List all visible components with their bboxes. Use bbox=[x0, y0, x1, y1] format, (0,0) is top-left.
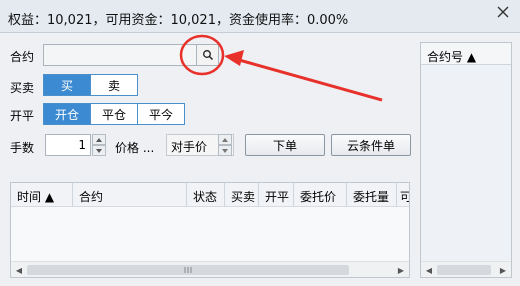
qty-up-button[interactable] bbox=[92, 134, 106, 145]
contract-list-scroll-thumb[interactable] bbox=[437, 265, 491, 275]
buysell-label: 买卖 bbox=[10, 81, 35, 95]
sell-button[interactable]: 卖 bbox=[90, 74, 138, 96]
cloud-conditional-order-button[interactable]: 云条件单 bbox=[331, 134, 411, 156]
chevron-up-icon bbox=[96, 137, 102, 142]
price-down-button[interactable] bbox=[218, 145, 232, 156]
orders-scroll-thumb[interactable] bbox=[27, 265, 349, 275]
chevron-up-icon bbox=[222, 137, 228, 142]
open-position-button[interactable]: 开仓 bbox=[43, 103, 91, 125]
col-order-price[interactable]: 委托价 bbox=[294, 183, 347, 207]
scroll-left-icon[interactable]: ◀ bbox=[422, 263, 436, 277]
col-buysell[interactable]: 买卖 bbox=[225, 183, 259, 207]
openclose-label: 开平 bbox=[10, 109, 35, 123]
title-bar: 权益：10,021，可用资金：10,021，资金使用率：0.00% bbox=[0, 0, 520, 32]
scroll-right-icon[interactable]: ▶ bbox=[496, 263, 510, 277]
price-up-button[interactable] bbox=[218, 134, 232, 145]
col-contract[interactable]: 合约 bbox=[73, 183, 187, 207]
col-more[interactable]: 可 bbox=[397, 183, 409, 207]
search-icon bbox=[202, 50, 213, 61]
close-icon[interactable] bbox=[496, 5, 510, 19]
contract-list-panel: 合约号 ▲ ◀ ▶ bbox=[420, 42, 512, 278]
orders-horizontal-scrollbar[interactable]: ◀ ▶ bbox=[11, 261, 409, 277]
orders-table-header: 时间 ▲ 合约 状态 买卖 开平 委托价 委托量 可 bbox=[11, 183, 409, 207]
scroll-left-icon[interactable]: ◀ bbox=[12, 263, 26, 277]
col-status[interactable]: 状态 bbox=[187, 183, 225, 207]
contract-number-header[interactable]: 合约号 ▲ bbox=[421, 43, 511, 65]
qty-label: 手数 bbox=[10, 141, 35, 155]
contract-label: 合约 bbox=[10, 50, 35, 64]
price-label: 价格 ... bbox=[115, 141, 155, 155]
account-status-line: 权益：10,021，可用资金：10,021，资金使用率：0.00% bbox=[8, 13, 349, 28]
search-button[interactable] bbox=[197, 44, 219, 66]
contract-list-scrollbar[interactable]: ◀ ▶ bbox=[421, 261, 511, 277]
grip-icon bbox=[184, 267, 192, 273]
col-order-qty[interactable]: 委托量 bbox=[347, 183, 397, 207]
scroll-right-icon[interactable]: ▶ bbox=[394, 263, 408, 277]
close-today-button[interactable]: 平今 bbox=[137, 103, 185, 125]
chevron-down-icon bbox=[96, 148, 102, 153]
contract-input[interactable] bbox=[43, 44, 197, 66]
qty-down-button[interactable] bbox=[92, 145, 106, 156]
chevron-down-icon bbox=[222, 148, 228, 153]
submit-order-button[interactable]: 下单 bbox=[245, 134, 325, 156]
buy-button[interactable]: 买 bbox=[43, 74, 91, 96]
close-position-button[interactable]: 平仓 bbox=[90, 103, 138, 125]
col-time[interactable]: 时间 ▲ bbox=[11, 183, 73, 207]
orders-table: 时间 ▲ 合约 状态 买卖 开平 委托价 委托量 可 ◀ ▶ bbox=[10, 182, 410, 278]
col-openclose[interactable]: 开平 bbox=[259, 183, 294, 207]
quantity-input[interactable]: 1 bbox=[45, 134, 91, 156]
